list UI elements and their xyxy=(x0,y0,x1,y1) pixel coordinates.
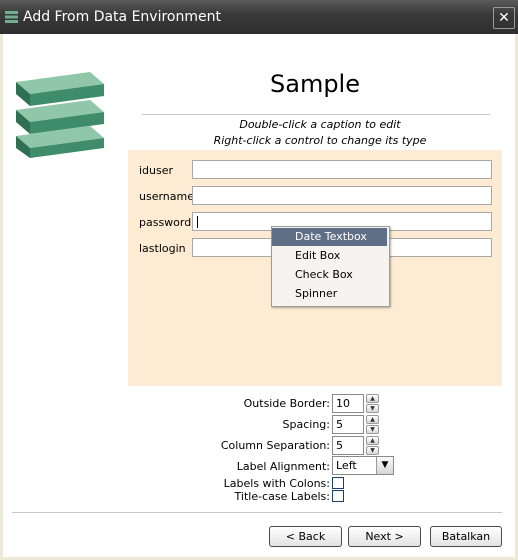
outside-border-input[interactable]: 10 xyxy=(332,394,364,413)
title-case-labels-label: Title-case Labels: xyxy=(234,490,330,503)
outside-border-spinner: ▲ ▼ xyxy=(366,394,379,413)
title-bar: Add From Data Environment ✕ xyxy=(0,0,518,34)
menu-item-date-textbox[interactable]: Date Textbox xyxy=(272,228,387,246)
page-title: Sample xyxy=(270,70,360,98)
close-button[interactable]: ✕ xyxy=(493,7,515,29)
context-menu: Date Textbox Edit Box Check Box Spinner xyxy=(271,226,390,307)
labels-with-colons-label: Labels with Colons: xyxy=(223,477,330,490)
menu-item-check-box[interactable]: Check Box xyxy=(272,266,387,284)
cancel-button[interactable]: Batalkan xyxy=(430,526,502,547)
window-title: Add From Data Environment xyxy=(23,9,221,25)
spin-down-icon[interactable]: ▼ xyxy=(366,446,379,455)
column-separation-spinner: ▲ ▼ xyxy=(366,436,379,455)
field-label-username[interactable]: username xyxy=(139,190,194,203)
spacing-spinner: ▲ ▼ xyxy=(366,415,379,434)
spacing-label: Spacing: xyxy=(282,418,330,431)
hint-text: Double-click a caption to edit xyxy=(239,118,401,131)
next-button[interactable]: Next > xyxy=(348,526,421,547)
stack-icon xyxy=(5,11,18,23)
label-alignment-select[interactable]: Left ▼ xyxy=(332,456,394,475)
column-separation-input[interactable]: 5 xyxy=(332,436,364,455)
text-caret xyxy=(197,216,198,228)
menu-item-spinner[interactable]: Spinner xyxy=(272,285,387,303)
hint-text: Right-click a control to change its type xyxy=(213,134,427,147)
field-input-iduser[interactable] xyxy=(192,160,492,179)
divider xyxy=(12,512,502,513)
back-button[interactable]: < Back xyxy=(269,526,342,547)
label-alignment-label: Label Alignment: xyxy=(236,460,330,473)
label-alignment-value: Left xyxy=(336,459,357,472)
field-label-password[interactable]: password xyxy=(139,216,191,229)
spin-up-icon[interactable]: ▲ xyxy=(366,394,379,403)
spin-up-icon[interactable]: ▲ xyxy=(366,436,379,445)
labels-with-colons-checkbox[interactable] xyxy=(332,477,344,489)
spin-down-icon[interactable]: ▼ xyxy=(366,404,379,413)
title-case-labels-checkbox[interactable] xyxy=(332,490,344,502)
outside-border-label: Outside Border: xyxy=(243,397,330,410)
field-label-lastlogin[interactable]: lastlogin xyxy=(139,242,186,255)
spin-down-icon[interactable]: ▼ xyxy=(366,425,379,434)
stack-logo-icon xyxy=(16,72,104,158)
spin-up-icon[interactable]: ▲ xyxy=(366,415,379,424)
field-label-iduser[interactable]: iduser xyxy=(139,164,173,177)
divider xyxy=(142,114,490,115)
menu-item-edit-box[interactable]: Edit Box xyxy=(272,247,387,265)
field-input-username[interactable] xyxy=(192,186,492,205)
chevron-down-icon[interactable]: ▼ xyxy=(376,457,393,474)
column-separation-label: Column Separation: xyxy=(220,439,330,452)
spacing-input[interactable]: 5 xyxy=(332,415,364,434)
